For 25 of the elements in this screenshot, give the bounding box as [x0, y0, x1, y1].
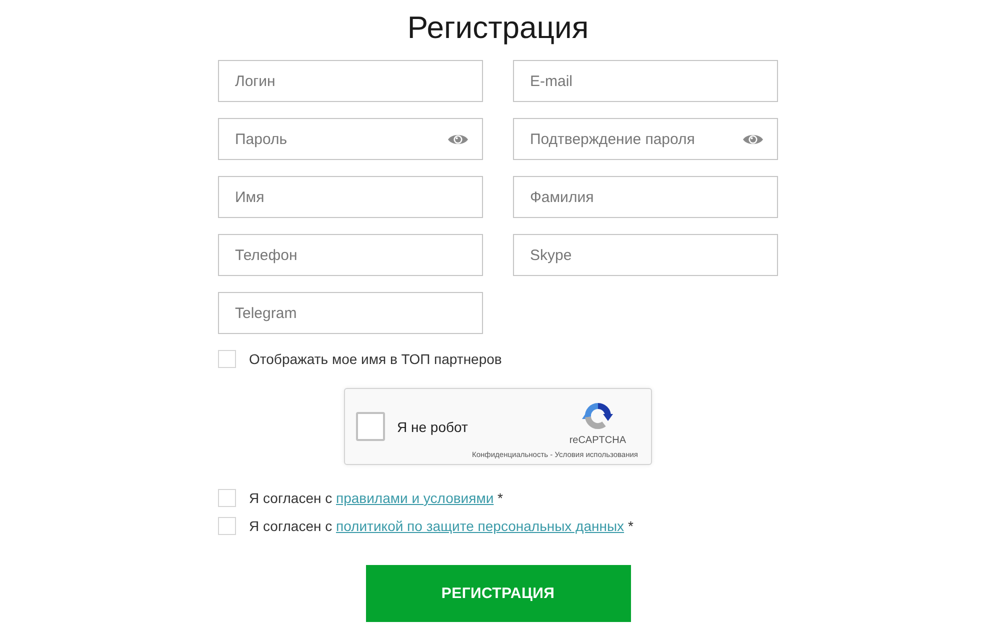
text-field[interactable]: Фамилия — [513, 176, 778, 218]
text-field[interactable]: E-mail — [513, 60, 778, 102]
eye-icon[interactable] — [742, 133, 764, 146]
text-field[interactable]: Логин — [218, 60, 483, 102]
captcha-checkbox[interactable] — [356, 412, 385, 441]
circular-arrows-icon — [582, 400, 614, 432]
register-button[interactable]: РЕГИСТРАЦИЯ — [366, 565, 630, 622]
captcha-brand: reCAPTCHA — [569, 435, 626, 447]
agreement-link[interactable]: политикой по защите персональных данных — [336, 518, 624, 534]
checkbox[interactable] — [218, 350, 236, 368]
checkbox[interactable] — [218, 517, 236, 535]
eye-icon[interactable] — [447, 133, 469, 146]
agreement-label: Я согласен с правилами и условиями * — [249, 490, 503, 506]
agreement-link[interactable]: правилами и условиями — [336, 490, 494, 506]
page-title: Регистрация — [407, 9, 589, 47]
text-field[interactable]: Skype — [513, 234, 778, 276]
captcha-label: Я не робот — [397, 418, 468, 434]
text-field[interactable]: Телефон — [218, 234, 483, 276]
password-field[interactable]: Пароль — [218, 118, 483, 160]
password-field[interactable]: Подтверждение пароля — [513, 118, 778, 160]
checkbox[interactable] — [218, 489, 236, 507]
text-field[interactable]: Имя — [218, 176, 483, 218]
checkbox-label: Отображать мое имя в ТОП партнеров — [249, 351, 502, 367]
text-field[interactable]: Telegram — [218, 292, 483, 334]
agreement-label: Я согласен с политикой по защите персональных данных * — [249, 518, 634, 534]
